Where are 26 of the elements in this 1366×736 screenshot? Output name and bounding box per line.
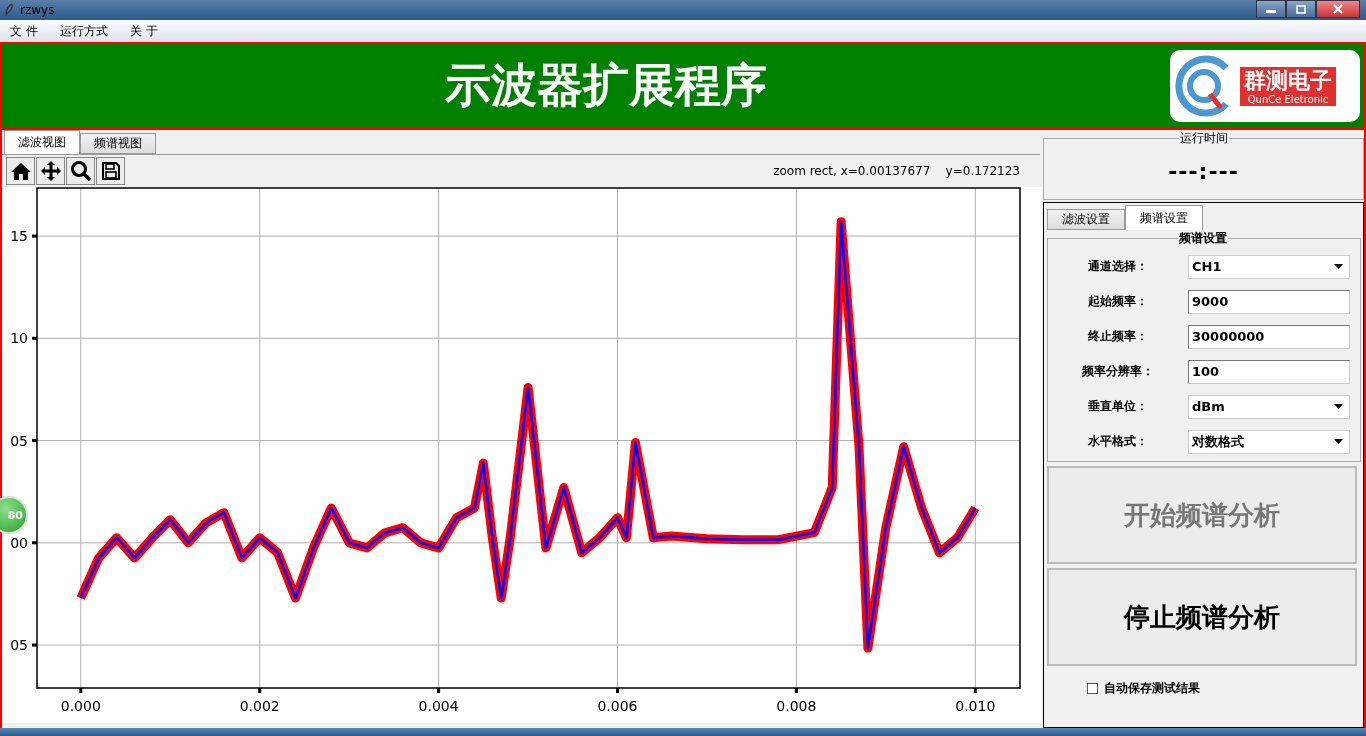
field-label: 水平格式： (1087, 433, 1149, 450)
y-tick-label: 15 (10, 228, 28, 245)
checkbox-label: 自动保存测试结果 (1104, 680, 1200, 697)
logo-text: 群测电子 (1244, 67, 1332, 94)
field-label: 终止频率： (1087, 328, 1149, 345)
group-title: 频谱设置 (1178, 230, 1228, 247)
x-tick-label: 0.006 (597, 698, 638, 714)
app-title: 示波器扩展程序 (444, 57, 768, 114)
x-tick-label: 0.010 (955, 698, 996, 714)
y-tick-label: 05 (10, 637, 28, 654)
logo-subtext: QunCe Eletronic (1247, 93, 1329, 105)
y-tick-label: 00 (10, 534, 28, 551)
field-label: 通道选择： (1087, 258, 1149, 275)
run-time-value: ---:--- (1167, 158, 1240, 184)
x-tick-label: 0.002 (239, 698, 280, 714)
field-label: 频率分辨率： (1081, 363, 1155, 380)
x-tick-label: 0.008 (776, 698, 817, 714)
window-title: rzwys (20, 3, 55, 17)
x-tick-label: 0.000 (60, 698, 101, 714)
y-tick-label: 05 (10, 432, 28, 449)
cursor-readout: zoom rect, x=0.00137677 y=0.172123 (773, 164, 1020, 178)
field-label: 垂直单位： (1087, 398, 1149, 415)
group-title: 运行时间 (1178, 130, 1229, 147)
y-tick-label: 10 (10, 330, 28, 347)
x-tick-label: 0.004 (418, 698, 459, 714)
field-label: 起始频率： (1087, 293, 1149, 310)
